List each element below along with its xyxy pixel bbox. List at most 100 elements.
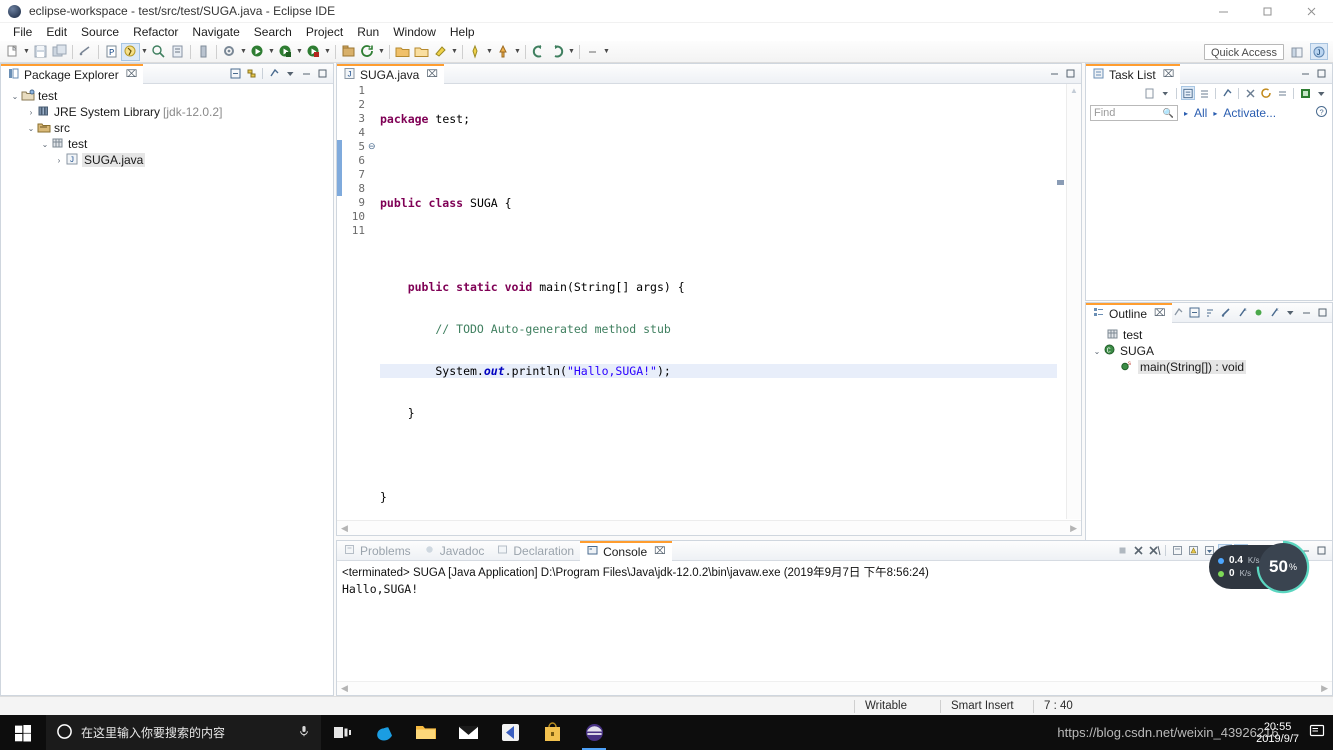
- open-folder-icon[interactable]: [393, 43, 412, 61]
- minimize-icon[interactable]: [1047, 67, 1061, 81]
- menu-source[interactable]: Source: [74, 24, 126, 40]
- chevron-down-icon[interactable]: ⌄: [1091, 343, 1103, 359]
- print-icon[interactable]: [76, 43, 95, 61]
- clear-console-icon[interactable]: [1170, 544, 1184, 558]
- save-icon[interactable]: [31, 43, 50, 61]
- minimize-icon[interactable]: [1298, 67, 1312, 81]
- chevron-down-icon[interactable]: ⌄: [39, 136, 51, 152]
- new-folder-icon[interactable]: [412, 43, 431, 61]
- focus-icon[interactable]: [1172, 306, 1186, 320]
- menu-navigate[interactable]: Navigate: [185, 24, 246, 40]
- tab-package-explorer[interactable]: Package Explorer ⌧: [1, 63, 144, 84]
- terminate-icon[interactable]: [1115, 544, 1129, 558]
- flipboard-icon[interactable]: [489, 715, 531, 750]
- close-icon[interactable]: ⌧: [1154, 308, 1166, 319]
- memory-usage-badge[interactable]: 50%: [1259, 543, 1307, 591]
- tab-outline[interactable]: Outline ⌧: [1086, 302, 1172, 323]
- debug-icon[interactable]: [248, 43, 267, 61]
- tree-item-jre-system-library[interactable]: › JRE System Library [jdk-12.0.2]: [5, 104, 333, 120]
- sort-icon[interactable]: [1204, 306, 1218, 320]
- task-view-icon[interactable]: [321, 715, 363, 750]
- help-icon[interactable]: ?: [1315, 105, 1328, 121]
- forward-dropdown-icon[interactable]: ▼: [567, 43, 576, 61]
- chevron-right-icon[interactable]: ▸: [1213, 109, 1217, 118]
- new-java-package-icon[interactable]: [339, 43, 358, 61]
- toolbar-overflow-icon[interactable]: ▼: [602, 43, 611, 61]
- maximize-button[interactable]: [1245, 0, 1289, 23]
- tree-item-test-project[interactable]: ⌄ test: [5, 88, 333, 104]
- hide-nonpublic-icon[interactable]: [1252, 306, 1266, 320]
- editor-horizontal-scrollbar[interactable]: ◀ ▶: [337, 520, 1081, 535]
- view-menu-icon[interactable]: [1284, 306, 1298, 320]
- focus-on-active-task-icon[interactable]: [267, 67, 281, 81]
- link-with-editor-icon[interactable]: [244, 67, 258, 81]
- toggle-show-on-error-icon[interactable]: [1186, 544, 1200, 558]
- edge-icon[interactable]: [363, 715, 405, 750]
- chevron-right-icon[interactable]: ›: [25, 104, 37, 120]
- back-icon[interactable]: [529, 43, 548, 61]
- last-edit-location-icon[interactable]: [494, 43, 513, 61]
- new-wizard-dropdown-icon[interactable]: ▼: [22, 43, 31, 61]
- open-type-icon[interactable]: [149, 43, 168, 61]
- minimize-button[interactable]: [1201, 0, 1245, 23]
- minimize-icon[interactable]: [299, 67, 313, 81]
- focus-on-workweek-icon[interactable]: [1220, 86, 1234, 100]
- tab-task-list[interactable]: Task List ⌧: [1086, 63, 1181, 84]
- run-last-dropdown-icon[interactable]: ▼: [323, 43, 332, 61]
- close-icon[interactable]: ⌧: [1163, 69, 1175, 80]
- maximize-icon[interactable]: [1314, 544, 1328, 558]
- console-horizontal-scrollbar[interactable]: ◀ ▶: [337, 681, 1332, 695]
- outline-item-package-test[interactable]: test: [1086, 327, 1332, 343]
- scroll-left-icon[interactable]: ◀: [341, 683, 348, 694]
- new-java-class-icon[interactable]: [121, 42, 140, 61]
- tab-console[interactable]: Console ⌧: [580, 540, 672, 561]
- synchronize-changed-icon[interactable]: [1259, 86, 1273, 100]
- forward-icon[interactable]: [548, 43, 567, 61]
- categorized-presentation-icon[interactable]: [1181, 86, 1195, 100]
- menu-refactor[interactable]: Refactor: [126, 24, 185, 40]
- filter-all-link[interactable]: All: [1194, 106, 1207, 120]
- editor-vertical-scrollbar[interactable]: ▲: [1066, 84, 1081, 519]
- tree-item-suga-java[interactable]: › J SUGA.java: [5, 152, 333, 168]
- new-class-dropdown-icon[interactable]: ▼: [140, 43, 149, 61]
- scroll-up-icon[interactable]: ▲: [1070, 86, 1078, 95]
- hide-local-types-icon[interactable]: x: [1268, 306, 1282, 320]
- save-all-icon[interactable]: [50, 43, 69, 61]
- new-task-icon[interactable]: [1142, 86, 1156, 100]
- view-menu-icon[interactable]: [283, 67, 297, 81]
- maximize-icon[interactable]: [1314, 67, 1328, 81]
- close-icon[interactable]: ⌧: [126, 69, 138, 80]
- collapse-all-icon[interactable]: [1275, 86, 1289, 100]
- menu-run[interactable]: Run: [350, 24, 386, 40]
- scroll-right-icon[interactable]: ▶: [1321, 683, 1328, 694]
- menu-help[interactable]: Help: [443, 24, 482, 40]
- tab-javadoc[interactable]: Javadoc: [417, 541, 491, 561]
- scroll-left-icon[interactable]: ◀: [341, 523, 348, 534]
- maximize-icon[interactable]: [1063, 67, 1077, 81]
- open-perspective-icon[interactable]: [1288, 43, 1306, 60]
- new-task-dropdown-icon[interactable]: [1158, 86, 1172, 100]
- menu-project[interactable]: Project: [299, 24, 350, 40]
- search-icon[interactable]: [194, 43, 213, 61]
- close-button[interactable]: [1289, 0, 1333, 23]
- outline-item-class-suga[interactable]: ⌄ C SUGA: [1086, 343, 1332, 359]
- tree-item-test-package[interactable]: ⌄ test: [5, 136, 333, 152]
- mail-icon[interactable]: [447, 715, 489, 750]
- collapse-all-icon[interactable]: [1188, 306, 1202, 320]
- minimize-icon[interactable]: [1300, 306, 1314, 320]
- overview-ruler-marker[interactable]: [1057, 180, 1064, 185]
- debug-dropdown-icon[interactable]: ▼: [267, 43, 276, 61]
- previous-annotation-icon[interactable]: [466, 43, 485, 61]
- fold-toggle-icon[interactable]: ⊖: [368, 141, 376, 151]
- delete-task-icon[interactable]: [1243, 86, 1257, 100]
- close-icon[interactable]: ⌧: [654, 546, 666, 557]
- view-menu-icon[interactable]: [1314, 86, 1328, 100]
- external-tools-dropdown-icon[interactable]: ▼: [239, 43, 248, 61]
- refresh-icon[interactable]: [358, 43, 377, 61]
- run-dropdown-icon[interactable]: ▼: [295, 43, 304, 61]
- maximize-icon[interactable]: [315, 67, 329, 81]
- java-perspective-icon[interactable]: J: [1310, 43, 1328, 60]
- tab-problems[interactable]: Problems: [337, 541, 417, 561]
- menu-search[interactable]: Search: [247, 24, 299, 40]
- scroll-right-icon[interactable]: ▶: [1070, 523, 1077, 534]
